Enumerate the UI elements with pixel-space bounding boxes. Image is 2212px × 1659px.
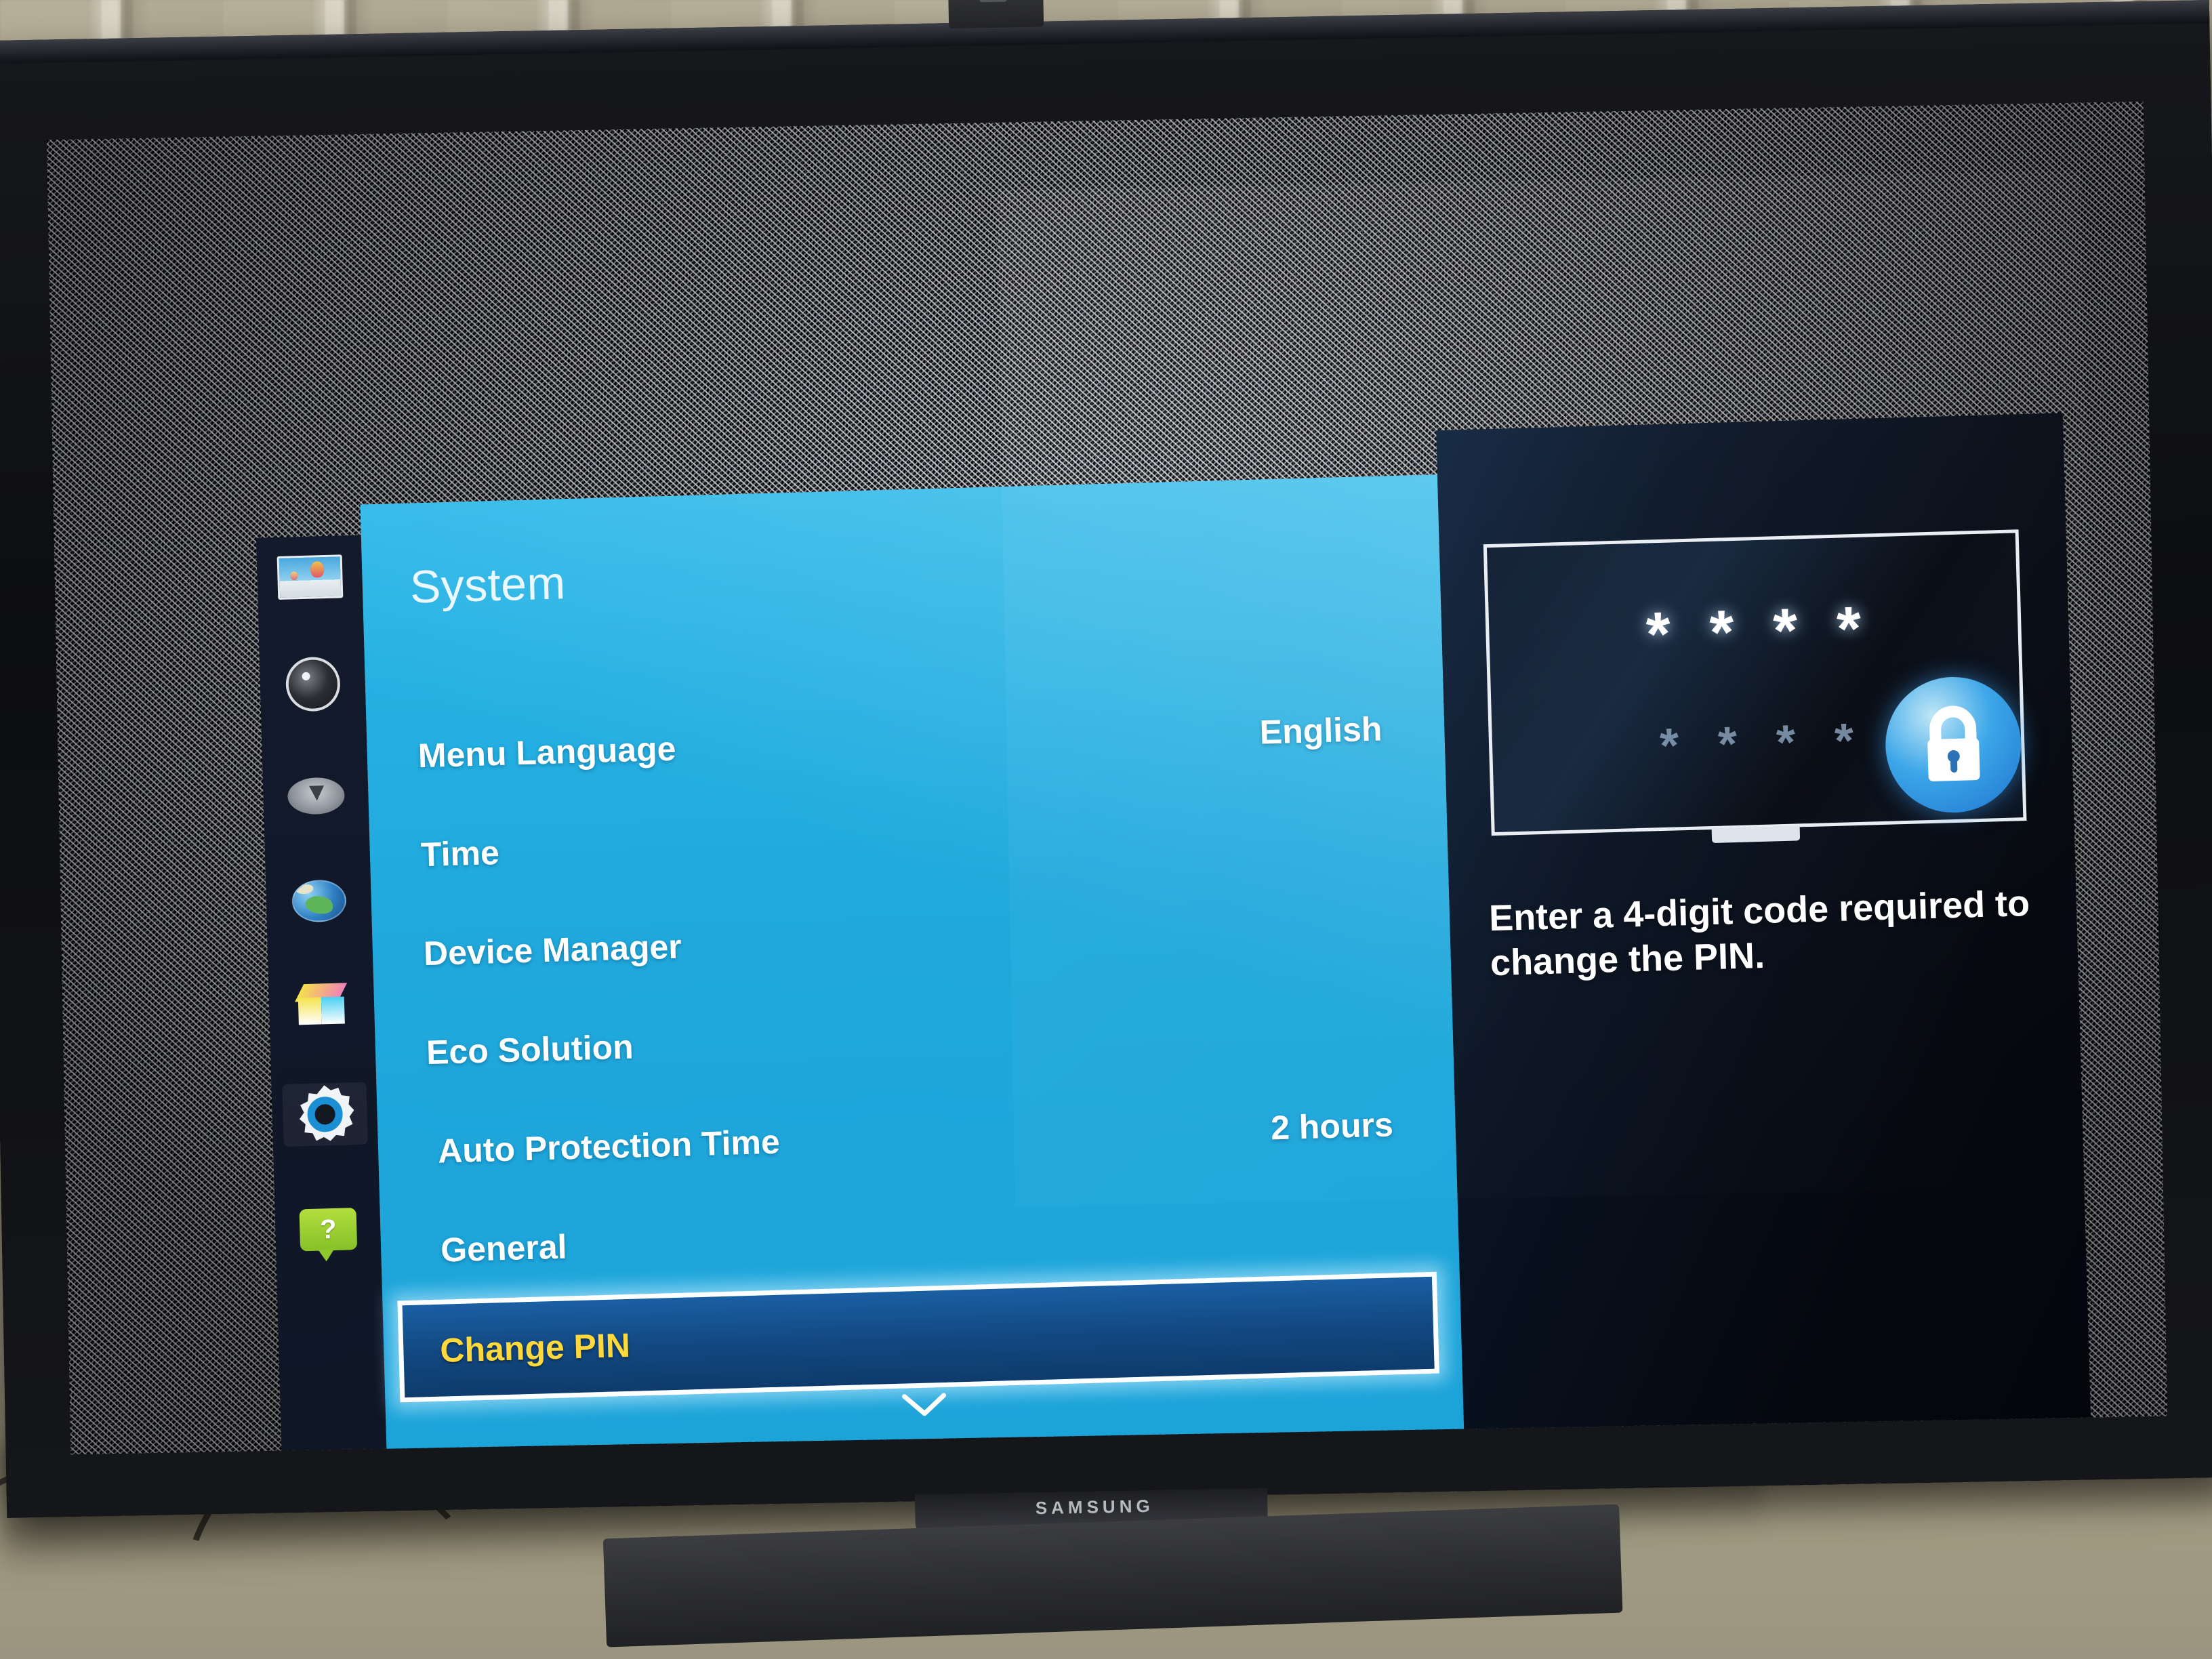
- pin-asterisk: *: [1708, 598, 1735, 668]
- sidebar-item-picture[interactable]: [276, 550, 344, 604]
- help-bubble-icon: ?: [299, 1208, 358, 1252]
- globe-network-icon: [291, 879, 347, 923]
- samsung-logo: SAMSUNG: [1035, 1495, 1154, 1519]
- menu-item-label: Auto Protection Time: [437, 1122, 781, 1170]
- antenna-dish-icon: [287, 777, 346, 815]
- sidebar-item-broadcasting[interactable]: [283, 769, 349, 823]
- pin-masked-row-entered: * * * *: [1489, 594, 2018, 670]
- menu-item-label: Menu Language: [417, 729, 677, 775]
- pin-asterisk: *: [1835, 594, 1862, 664]
- menu-item-label: General: [440, 1227, 568, 1269]
- info-description: Enter a 4-digit code required to change …: [1488, 882, 2030, 984]
- tv-screen: ? System Menu Language English Time Devi…: [46, 101, 2168, 1455]
- lock-icon: [1927, 705, 1980, 781]
- menu-item-label: Time: [420, 834, 500, 874]
- sound-speaker-icon: [285, 656, 341, 712]
- illustration-tv-stand: [1711, 825, 1801, 844]
- screenshot-root: SAMSUNG ? System Menu Language English T…: [0, 0, 2212, 1659]
- pin-asterisk: *: [1776, 715, 1797, 771]
- menu-item-label: Device Manager: [423, 927, 682, 973]
- pin-asterisk: *: [1717, 716, 1738, 772]
- settings-menu-list: Menu Language English Time Device Manage…: [366, 678, 1462, 1403]
- sidebar-item-support[interactable]: ?: [295, 1203, 361, 1256]
- tv-camera-module: [947, 0, 1044, 29]
- sidebar-item-network[interactable]: [286, 874, 352, 928]
- sidebar-item-sound[interactable]: [280, 656, 346, 712]
- smart-hub-cube-icon: [292, 981, 352, 1030]
- menu-item-label: Change PIN: [439, 1326, 631, 1370]
- chevron-down-icon[interactable]: [900, 1390, 948, 1420]
- picture-icon: [276, 554, 344, 600]
- settings-panel: System Menu Language English Time Device…: [360, 474, 1465, 1455]
- gear-icon: [295, 1084, 354, 1144]
- menu-item-label: Eco Solution: [426, 1027, 634, 1072]
- pin-asterisk: *: [1772, 596, 1799, 666]
- menu-item-value: 2 hours: [1270, 1105, 1394, 1147]
- page-title: System: [409, 557, 567, 613]
- television: SAMSUNG ? System Menu Language English T…: [0, 0, 2212, 1647]
- pin-asterisk: *: [1659, 718, 1680, 774]
- osd-menu: ? System Menu Language English Time Devi…: [255, 413, 2093, 1455]
- pin-asterisk: *: [1645, 599, 1672, 670]
- info-panel: * * * * * * * * Enter a 4-digit code req…: [1436, 413, 2093, 1455]
- menu-item-value: English: [1259, 710, 1383, 752]
- sidebar-item-smart-hub[interactable]: [289, 979, 355, 1033]
- pin-asterisk: *: [1834, 714, 1855, 769]
- sidebar-item-system[interactable]: [292, 1088, 359, 1141]
